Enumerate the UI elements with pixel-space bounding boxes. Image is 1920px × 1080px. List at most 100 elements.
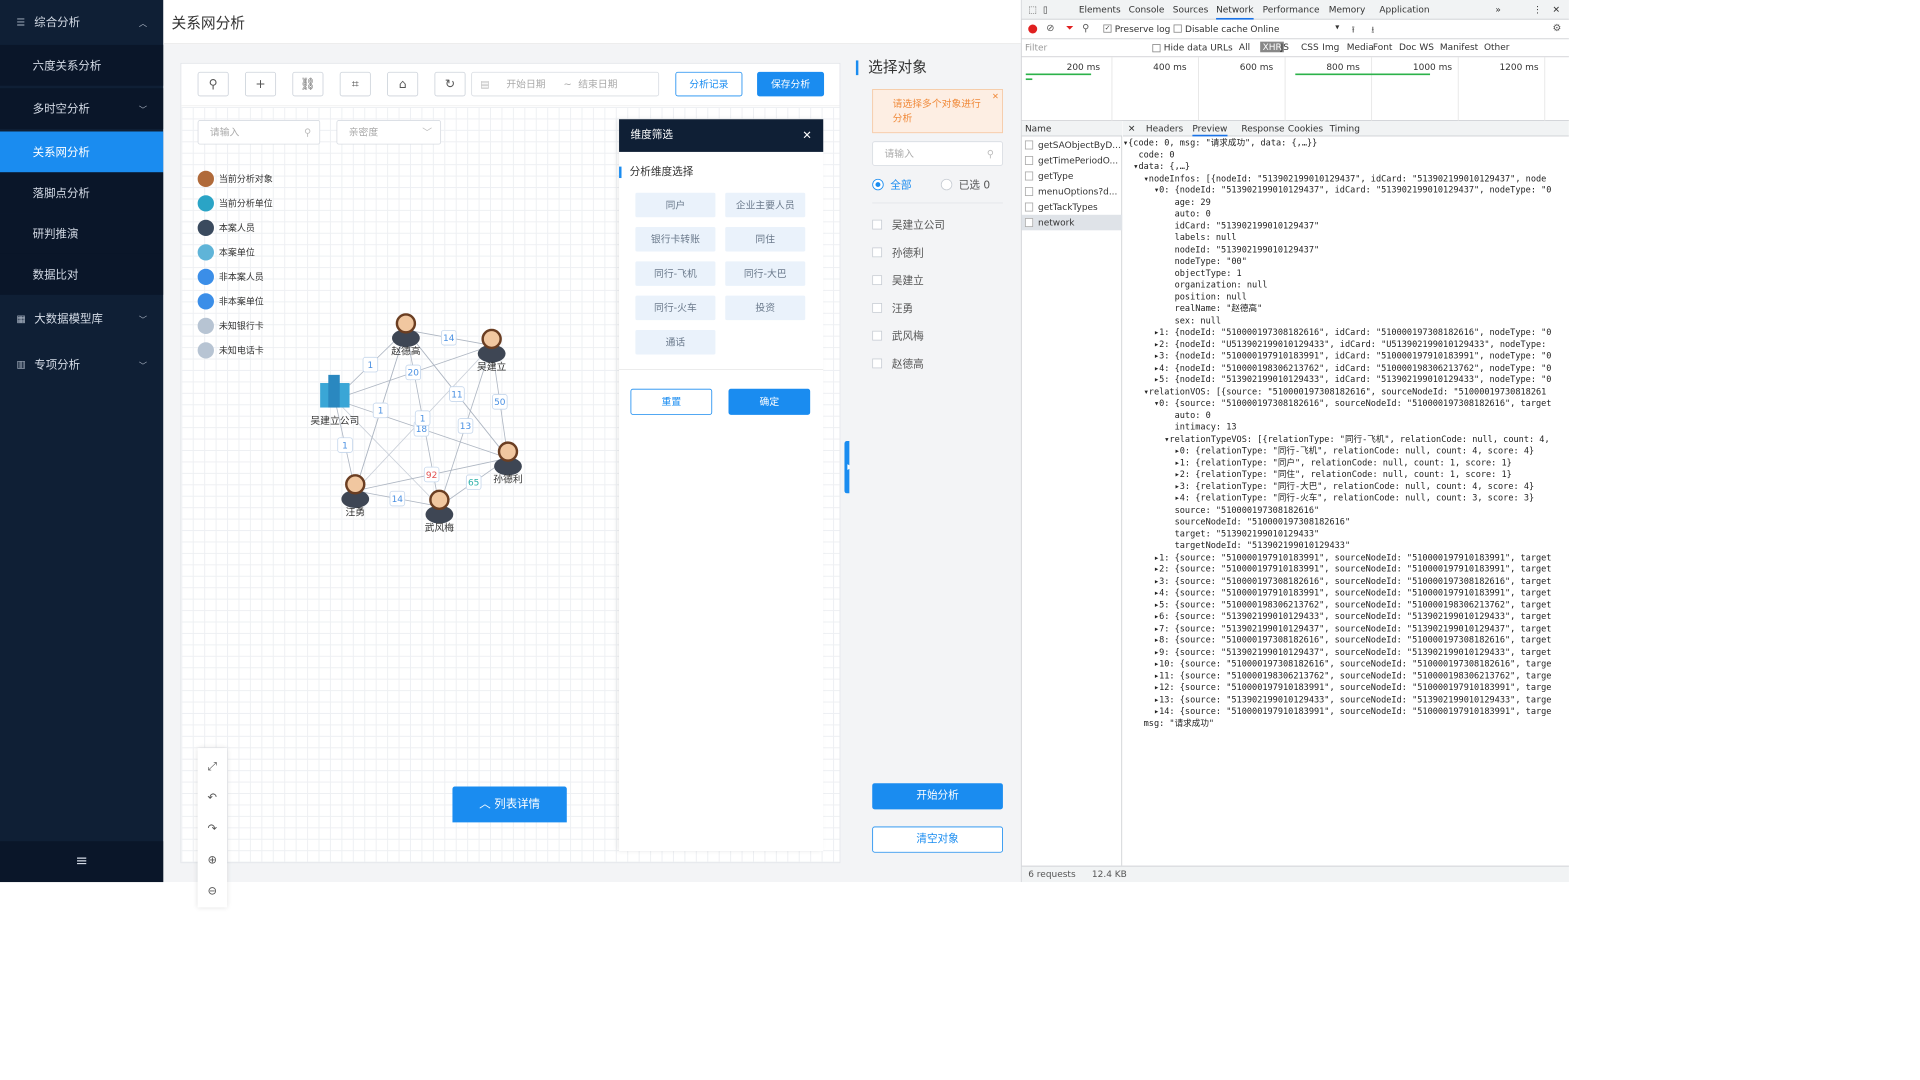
sidebar-item-network[interactable]: 关系网分析 [0, 131, 164, 173]
edge-label[interactable]: 1 [372, 402, 389, 419]
request-row[interactable]: getType [1022, 168, 1122, 184]
kebab-icon[interactable]: ⋮ [1533, 0, 1542, 20]
edge-label[interactable]: 50 [492, 394, 508, 410]
checkbox[interactable] [872, 302, 883, 313]
request-row[interactable]: network [1021, 214, 1123, 231]
devtools-tab[interactable]: Memory [1329, 0, 1366, 20]
type-filter[interactable]: Other [1484, 42, 1510, 53]
record-icon[interactable] [1028, 24, 1038, 34]
sidebar-item-six-degree[interactable]: 六度关系分析 [0, 44, 164, 86]
type-filter[interactable]: WS [1419, 42, 1434, 53]
edge-label[interactable]: 14 [389, 490, 406, 507]
type-filter[interactable]: Doc [1399, 42, 1416, 53]
devtools-tab[interactable]: Console [1129, 0, 1165, 20]
checkbox[interactable] [872, 358, 883, 368]
sidebar-item-multi-spacetime[interactable]: 多时空分析 ﹀ [0, 88, 164, 130]
detail-tab[interactable]: Headers [1146, 121, 1183, 137]
graph-node-wfm[interactable]: 武风梅 [425, 489, 455, 534]
dimension-tag[interactable]: 同行-火车 [635, 295, 716, 321]
preserve-log-checkbox[interactable]: ✓ [1103, 24, 1112, 33]
graph-node-zdg[interactable]: 赵德高 [391, 313, 421, 357]
json-preview[interactable]: ▾{code: 0, msg: "请求成功", data: {,…}} code… [1123, 137, 1569, 839]
edge-label[interactable]: 14 [441, 329, 457, 346]
redo-icon[interactable]: ↷ [198, 817, 227, 842]
undo-icon[interactable]: ↶ [198, 786, 227, 811]
devtools-tab[interactable]: Sources [1173, 0, 1209, 20]
checkbox[interactable] [872, 247, 883, 257]
type-filter[interactable]: All [1239, 42, 1250, 53]
type-filter[interactable]: Font [1373, 42, 1393, 53]
edge-label[interactable]: 13 [457, 418, 474, 434]
device-icon[interactable]: ▯ [1043, 0, 1048, 20]
graph-node-wy[interactable]: 汪勇 [341, 474, 370, 518]
edge-label[interactable]: 11 [449, 386, 465, 402]
clear-icon[interactable]: ⊘ [1046, 22, 1054, 33]
dimension-tag[interactable]: 同住 [725, 227, 806, 252]
object-item[interactable]: 武风梅 [872, 327, 924, 343]
sidebar-item-deduction[interactable]: 研判推演 [0, 213, 164, 254]
sidebar-group-special[interactable]: ▥ 专项分析 ﹀ [0, 344, 163, 385]
type-filter[interactable]: Media [1347, 42, 1374, 53]
dimension-tag[interactable]: 通话 [635, 329, 716, 355]
crop-icon[interactable]: ⌗ [339, 71, 371, 97]
dimension-tag[interactable]: 同户 [635, 192, 716, 218]
edge-label[interactable]: 65 [465, 474, 482, 491]
close-icon[interactable]: ✕ [802, 119, 812, 152]
reset-button[interactable]: 重置 [630, 388, 713, 415]
add-icon[interactable]: + [245, 71, 277, 97]
edge-label[interactable]: 1 [337, 437, 353, 453]
date-range-picker[interactable]: ▤ 开始日期 ~ 结束日期 [471, 71, 660, 97]
graph-node-sdl[interactable]: 孙德利 [493, 441, 523, 486]
request-row[interactable]: getSAObjectByD... [1022, 137, 1122, 153]
start-analysis-button[interactable]: 开始分析 [872, 783, 1003, 810]
devtools-tab[interactable]: Application [1379, 0, 1429, 20]
import-icon[interactable]: ⭱ [1352, 23, 1355, 39]
hide-data-urls-checkbox[interactable] [1152, 44, 1161, 53]
graph-node-wjl[interactable]: 吴建立 [477, 328, 507, 373]
type-filter[interactable]: Manifest [1440, 42, 1478, 53]
dimension-tag[interactable]: 同行-飞机 [635, 261, 716, 286]
detail-tab[interactable]: Timing [1330, 121, 1360, 137]
type-filter[interactable]: Img [1322, 42, 1339, 53]
request-row[interactable]: getTimePeriodO... [1022, 153, 1122, 169]
edge-label[interactable]: 1 [362, 356, 379, 373]
analysis-record-button[interactable]: 分析记录 [675, 71, 743, 97]
disable-cache-checkbox[interactable] [1173, 24, 1182, 33]
object-search-input[interactable]: 请输入 ⚲ [872, 141, 1003, 166]
type-filter[interactable]: JS [1281, 42, 1289, 53]
gear-icon[interactable]: ⚙ [1553, 22, 1562, 33]
checkbox[interactable] [872, 274, 883, 285]
filter-icon[interactable]: ⚲ [197, 71, 229, 97]
type-filter[interactable]: CSS [1301, 42, 1319, 53]
start-date-input[interactable]: 开始日期 [506, 73, 545, 96]
confirm-button[interactable]: 确定 [728, 388, 811, 415]
request-row[interactable]: menuOptions?d... [1022, 184, 1122, 200]
edge-label[interactable]: 20 [405, 364, 422, 381]
close-icon[interactable]: ✕ [1128, 121, 1136, 137]
devtools-tab[interactable]: Elements [1079, 0, 1121, 20]
zoom-out-icon[interactable]: ⊖ [198, 879, 227, 904]
radio-all[interactable]: 全部 [872, 176, 911, 192]
clear-objects-button[interactable]: 清空对象 [872, 826, 1003, 853]
detail-tab[interactable]: Cookies [1288, 121, 1323, 137]
detail-tab[interactable]: Preview [1192, 121, 1228, 137]
object-item[interactable]: 赵德高 [872, 355, 924, 371]
edge-label[interactable]: 1 [414, 410, 431, 426]
devtools-tab[interactable]: Performance [1263, 0, 1320, 20]
dimension-tag[interactable]: 企业主要人员 [725, 192, 806, 218]
request-row[interactable]: getTackTypes [1022, 199, 1122, 215]
refresh-icon[interactable]: ↻ [434, 71, 466, 97]
sidebar-group-comprehensive[interactable]: ☰ 综合分析 ︿ [0, 2, 163, 43]
search-icon[interactable]: ⚲ [1082, 22, 1089, 33]
object-item[interactable]: 孙德利 [872, 244, 924, 260]
object-item[interactable]: 吴建立公司 [872, 216, 945, 232]
filter-icon[interactable]: ⏷ [1066, 22, 1074, 34]
edge-label[interactable]: 92 [423, 466, 440, 483]
sidebar-item-compare[interactable]: 数据比对 [0, 253, 164, 295]
home-icon[interactable]: ⌂ [387, 71, 419, 97]
filter-input[interactable]: Filter [1025, 42, 1047, 53]
list-detail-button[interactable]: ︿ 列表详情 [452, 786, 567, 823]
dimension-tag[interactable]: 同行-大巴 [725, 261, 806, 286]
dropdown-icon[interactable]: ▾ [1335, 23, 1339, 32]
dimension-tag[interactable]: 银行卡转账 [635, 227, 716, 252]
